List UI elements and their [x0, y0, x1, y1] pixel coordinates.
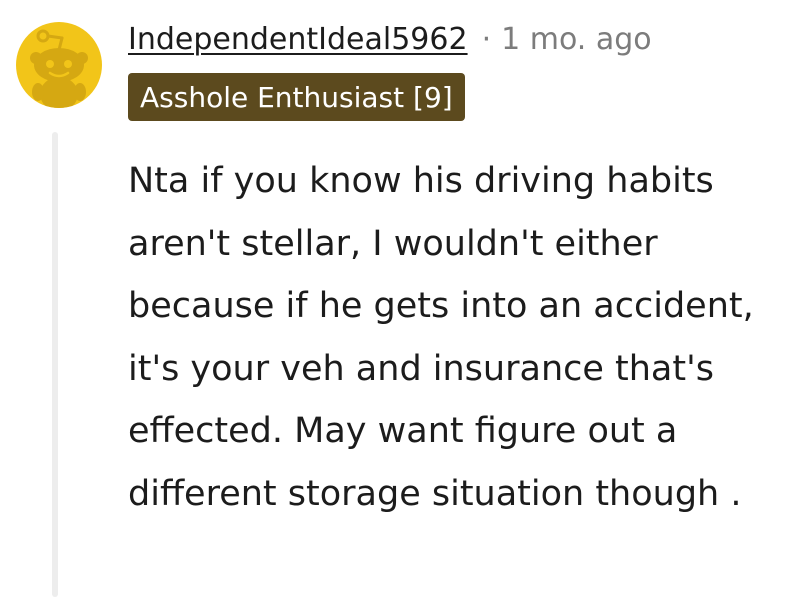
avatar[interactable]	[16, 22, 102, 108]
snoo-icon	[30, 29, 88, 108]
user-flair: Asshole Enthusiast [9]	[128, 73, 465, 121]
username-link[interactable]: IndependentIdeal5962	[128, 22, 468, 57]
comment-timestamp[interactable]: 1 mo. ago	[501, 22, 652, 57]
meta-separator: ·	[481, 21, 492, 57]
comment-meta: IndependentIdeal5962 · 1 mo. ago	[128, 14, 652, 64]
thread-collapse-line[interactable]	[52, 132, 58, 597]
comment: IndependentIdeal5962 · 1 mo. ago Asshole…	[0, 0, 796, 597]
comment-body: Nta if you know his driving habits aren'…	[128, 161, 754, 514]
